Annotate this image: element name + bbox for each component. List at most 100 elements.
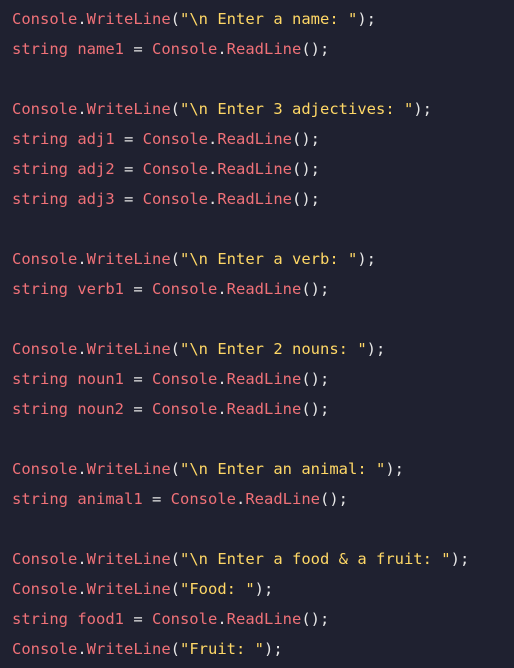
code-token: (); <box>301 370 330 388</box>
code-token: string food1 <box>12 610 124 628</box>
code-token: WriteLine <box>86 10 171 28</box>
code-line: Console.WriteLine("\n Enter a food & a f… <box>12 544 514 574</box>
code-line: string adj2 = Console.ReadLine(); <box>12 154 514 184</box>
code-token: string verb1 <box>12 280 124 298</box>
code-token: (); <box>301 610 330 628</box>
code-line: Console.WriteLine("Food: "); <box>12 574 514 604</box>
code-token: WriteLine <box>86 250 171 268</box>
code-token: ); <box>254 580 274 598</box>
code-token: (); <box>291 130 320 148</box>
code-editor[interactable]: Console.WriteLine("\n Enter a name: "); s… <box>0 0 514 668</box>
code-token: . <box>77 460 87 478</box>
code-token: "\n Enter an animal: " <box>180 460 386 478</box>
code-token: ); <box>385 460 404 478</box>
code-token: = <box>114 160 143 178</box>
code-token: (); <box>301 400 330 418</box>
code-token: ); <box>357 250 376 268</box>
code-line: Console.WriteLine("\n Enter a verb: "); <box>12 244 514 274</box>
code-line: Console.WriteLine("\n Enter 2 nouns: "); <box>12 334 514 364</box>
code-token: ( <box>170 580 181 598</box>
code-token: Console <box>151 610 218 628</box>
code-token: "\n Enter a food & a fruit: " <box>180 550 451 568</box>
code-token: Console <box>151 400 218 418</box>
code-token: "\n Enter 3 adjectives: " <box>180 100 414 118</box>
code-token: . <box>217 40 227 58</box>
code-token: . <box>217 370 227 388</box>
code-token: . <box>77 580 87 598</box>
code-token: . <box>207 160 218 178</box>
code-token: . <box>77 340 87 358</box>
code-token: ( <box>170 250 181 268</box>
code-token: ); <box>450 550 470 568</box>
code-line: string adj1 = Console.ReadLine(); <box>12 124 514 154</box>
code-token: ( <box>170 460 181 478</box>
code-token: "\n Enter a verb: " <box>180 250 358 268</box>
code-line: string animal1 = Console.ReadLine(); <box>12 484 514 514</box>
code-token: = <box>123 610 152 628</box>
code-token: . <box>77 550 87 568</box>
code-token: WriteLine <box>86 340 171 358</box>
code-token: Console <box>12 460 78 478</box>
code-token: "Food: " <box>180 580 255 598</box>
code-token: = <box>123 40 152 58</box>
code-line: string name1 = Console.ReadLine(); <box>12 34 514 64</box>
code-token: ReadLine <box>226 280 302 298</box>
code-line: string adj3 = Console.ReadLine(); <box>12 184 514 214</box>
code-token: Console <box>170 490 236 508</box>
code-token: ReadLine <box>217 190 292 208</box>
code-token: = <box>114 190 143 208</box>
code-token: . <box>217 400 227 418</box>
code-token: ( <box>170 100 181 118</box>
code-token: ( <box>170 10 181 28</box>
code-token: ); <box>366 340 386 358</box>
code-token: Console <box>12 250 78 268</box>
code-line: Console.WriteLine("\n Enter an animal: "… <box>12 454 514 484</box>
code-token: . <box>77 10 87 28</box>
code-token: ); <box>413 100 432 118</box>
code-token: ( <box>170 550 181 568</box>
code-line: string verb1 = Console.ReadLine(); <box>12 274 514 304</box>
code-token: Console <box>151 370 218 388</box>
code-token: ReadLine <box>226 400 302 418</box>
code-token: (); <box>291 190 320 208</box>
code-token: string noun2 <box>12 400 124 418</box>
code-token: ( <box>170 640 181 658</box>
code-token: . <box>207 130 218 148</box>
code-line: Console.WriteLine("\n Enter 3 adjectives… <box>12 94 514 124</box>
code-token: WriteLine <box>86 640 171 658</box>
code-token: (); <box>301 280 330 298</box>
code-token: = <box>123 400 152 418</box>
code-token: WriteLine <box>86 550 171 568</box>
code-token: string adj2 <box>12 160 115 178</box>
code-token: Console <box>142 130 208 148</box>
code-line: string noun1 = Console.ReadLine(); <box>12 364 514 394</box>
code-token: . <box>77 250 87 268</box>
code-token: ReadLine <box>217 130 292 148</box>
code-token: Console <box>12 640 78 658</box>
code-token: Console <box>151 280 218 298</box>
code-token: Console <box>142 190 208 208</box>
code-token: string animal1 <box>12 490 143 508</box>
code-token: . <box>235 490 246 508</box>
code-token: ReadLine <box>226 40 302 58</box>
code-token: ReadLine <box>226 610 302 628</box>
code-token: = <box>123 280 152 298</box>
code-token: ); <box>264 640 283 658</box>
code-token: ); <box>357 10 376 28</box>
code-token: . <box>77 100 87 118</box>
code-line: string noun2 = Console.ReadLine(); <box>12 394 514 424</box>
code-token: (); <box>301 40 330 58</box>
code-token: string adj3 <box>12 190 115 208</box>
code-token: = <box>123 370 152 388</box>
code-token: . <box>207 190 218 208</box>
code-token: string adj1 <box>12 130 115 148</box>
code-token: WriteLine <box>86 100 171 118</box>
code-token: ( <box>170 340 181 358</box>
code-token: ReadLine <box>226 370 302 388</box>
code-line: Console.WriteLine("Fruit: "); <box>12 634 514 664</box>
